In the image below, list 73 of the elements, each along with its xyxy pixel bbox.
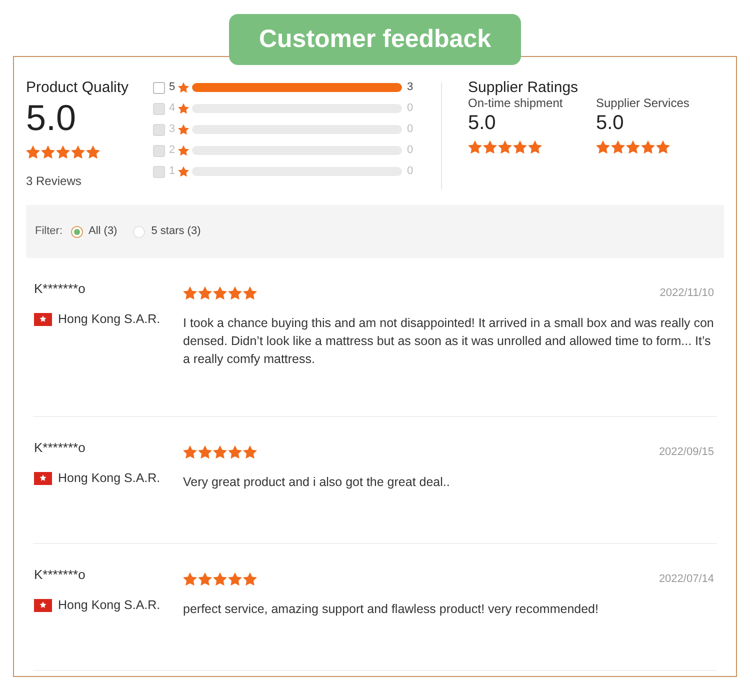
star-icon xyxy=(656,140,670,154)
review-text: I took a chance buying this and am not disappointed! It arrived in a small box and was really condensed. Didn’t look like a mattress but as soon as it was unrolled and allowed time to form... It’s a really comfy mattress. xyxy=(183,315,714,368)
review-date: 2022/09/15 xyxy=(658,446,714,458)
filter-option[interactable]: 5 stars (3) xyxy=(133,225,201,238)
star-icon xyxy=(198,445,212,459)
star-icon xyxy=(56,145,70,159)
star-icon xyxy=(26,145,40,159)
star-icon xyxy=(213,572,227,586)
rating-count: 0 xyxy=(407,102,414,115)
reviewer-name: K*******o xyxy=(34,281,86,297)
star-icon xyxy=(228,445,242,459)
star-icon xyxy=(498,140,512,154)
score-value: 5.0 xyxy=(468,112,497,134)
star-icon xyxy=(611,140,625,154)
star-level-label: 2 xyxy=(169,144,176,157)
review-count: 3 Reviews xyxy=(26,174,82,188)
rating-count: 0 xyxy=(407,123,414,136)
rating-count: 3 xyxy=(407,81,414,94)
star-icon xyxy=(178,145,189,156)
star-icon xyxy=(178,124,189,135)
star-icon xyxy=(213,445,227,459)
review-text: Very great product and i also got the great deal.. xyxy=(183,474,451,491)
section-title: Product Quality xyxy=(26,79,130,97)
star-icon xyxy=(183,445,197,459)
section-title: Supplier Ratings xyxy=(468,79,580,97)
star-icon xyxy=(228,572,242,586)
review-date: 2022/07/14 xyxy=(658,572,714,586)
rating-label: On-time shipment xyxy=(468,96,564,110)
star-icon xyxy=(228,286,242,300)
star-icon xyxy=(243,445,257,459)
star-icon xyxy=(243,286,257,300)
score-value: 5.0 xyxy=(26,100,78,136)
reviewer-name: K*******o xyxy=(34,440,86,456)
star-icon xyxy=(183,286,197,300)
rating-count: 0 xyxy=(407,165,414,178)
star-icon xyxy=(513,140,527,154)
star-icon xyxy=(178,103,189,114)
rating-count: 0 xyxy=(407,144,414,157)
checkbox[interactable] xyxy=(153,82,165,94)
star-icon xyxy=(626,140,640,154)
star-icon xyxy=(213,286,227,300)
star-icon xyxy=(178,82,189,93)
star-icon xyxy=(468,140,482,154)
reviewer-country: Hong Kong S.A.R. xyxy=(58,597,160,613)
filter-label: Filter: xyxy=(35,225,62,238)
reviewer-name: K*******o xyxy=(34,567,86,583)
filter-option[interactable]: All (3) xyxy=(70,225,118,238)
star-level-label: 1 xyxy=(169,165,176,178)
star-icon xyxy=(198,286,212,300)
star-icon xyxy=(183,572,197,586)
star-level-label: 5 xyxy=(169,81,176,94)
review-date: 2022/11/10 xyxy=(660,286,714,300)
star-icon xyxy=(596,140,610,154)
star-level-label: 3 xyxy=(169,123,176,136)
star-icon xyxy=(71,145,85,159)
star-icon xyxy=(198,572,212,586)
score-value: 5.0 xyxy=(596,112,625,134)
star-icon xyxy=(86,145,100,159)
star-icon xyxy=(41,145,55,159)
review-text: perfect service, amazing support and flawless product! very recommended! xyxy=(183,601,600,618)
flag-icon xyxy=(34,312,52,326)
rating-label: Supplier Services xyxy=(596,96,690,110)
star-icon xyxy=(641,140,655,154)
title-banner: Customer feedback xyxy=(229,14,521,65)
flag-icon xyxy=(34,598,52,612)
reviewer-country: Hong Kong S.A.R. xyxy=(58,311,160,327)
star-icon xyxy=(483,140,497,154)
star-icon xyxy=(243,572,257,586)
reviewer-country: Hong Kong S.A.R. xyxy=(58,470,160,486)
star-level-label: 4 xyxy=(169,102,176,115)
flag-icon xyxy=(34,472,52,484)
star-icon xyxy=(178,166,189,177)
star-icon xyxy=(528,140,542,154)
